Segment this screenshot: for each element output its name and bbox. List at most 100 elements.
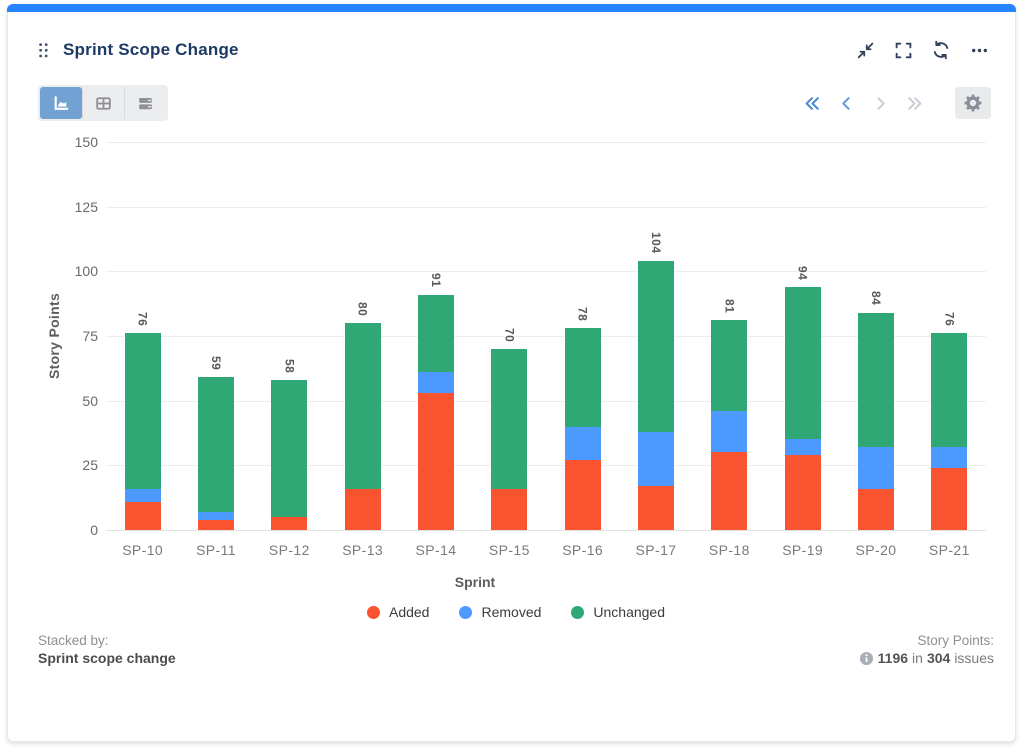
bar-SP-18-unchanged[interactable] <box>711 320 747 411</box>
x-axis-ticks: SP-10SP-11SP-12SP-13SP-14SP-15SP-16SP-17… <box>106 542 986 562</box>
settings-button[interactable] <box>955 87 991 119</box>
legend-dot-removed <box>459 606 472 619</box>
bar-SP-16-removed[interactable] <box>565 427 601 461</box>
bar-SP-18-added[interactable] <box>711 452 747 530</box>
fullscreen-icon <box>894 41 913 60</box>
legend-label-unchanged: Unchanged <box>593 604 665 620</box>
stacked-by-value: Sprint scope change <box>38 649 176 667</box>
collapse-button[interactable] <box>853 38 877 62</box>
more-options-button[interactable] <box>967 38 991 62</box>
first-page-button[interactable] <box>800 91 824 115</box>
bar-total-label-SP-18: 81 <box>722 299 736 313</box>
view-chart-button[interactable] <box>40 87 82 119</box>
view-table-button[interactable] <box>82 87 124 119</box>
gridline-125 <box>106 207 986 208</box>
bar-SP-17-unchanged[interactable] <box>638 261 674 432</box>
legend-dot-added <box>367 606 380 619</box>
bar-SP-11-unchanged[interactable] <box>198 377 234 512</box>
next-page-icon <box>872 95 889 112</box>
view-rows-button[interactable] <box>124 87 166 119</box>
issues-count: 304 <box>927 649 950 667</box>
stat-infix: in <box>912 649 923 667</box>
story-points-label: Story Points: <box>859 632 994 649</box>
bar-SP-18-removed[interactable] <box>711 411 747 452</box>
header-actions <box>853 38 991 62</box>
bar-total-label-SP-17: 104 <box>649 232 663 254</box>
gridline-50 <box>106 401 986 402</box>
rows-icon <box>136 94 155 113</box>
view-switcher <box>38 85 168 121</box>
bar-SP-19-removed[interactable] <box>785 439 821 455</box>
bar-SP-10-removed[interactable] <box>125 489 161 502</box>
bar-SP-17-removed[interactable] <box>638 432 674 486</box>
bar-SP-13-unchanged[interactable] <box>345 323 381 489</box>
gridline-25 <box>106 465 986 466</box>
prev-page-button[interactable] <box>834 91 858 115</box>
more-icon <box>970 41 989 60</box>
bar-SP-16-added[interactable] <box>565 460 601 530</box>
bar-SP-20-added[interactable] <box>858 489 894 530</box>
drag-handle-icon[interactable] <box>38 41 50 59</box>
bar-SP-21-added[interactable] <box>931 468 967 530</box>
widget-title: Sprint Scope Change <box>63 40 239 60</box>
bar-SP-12-added[interactable] <box>271 517 307 530</box>
sprint-scope-change-widget: Sprint Scope Change <box>7 4 1016 742</box>
x-tick-label-SP-15: SP-15 <box>489 542 530 558</box>
widget-toolbar <box>38 85 991 121</box>
bar-SP-20-removed[interactable] <box>858 447 894 488</box>
legend-item-unchanged[interactable]: Unchanged <box>571 604 665 620</box>
y-tick-label-150: 150 <box>8 134 98 150</box>
bar-SP-14-removed[interactable] <box>418 372 454 393</box>
area-chart-icon <box>52 94 71 113</box>
bar-SP-15-added[interactable] <box>491 489 527 530</box>
gridline-75 <box>106 336 986 337</box>
bar-SP-14-unchanged[interactable] <box>418 295 454 373</box>
bar-SP-20-unchanged[interactable] <box>858 313 894 448</box>
bar-total-label-SP-15: 70 <box>502 328 516 342</box>
last-page-button[interactable] <box>902 91 926 115</box>
card-accent-bar <box>7 4 1016 12</box>
x-tick-label-SP-13: SP-13 <box>342 542 383 558</box>
refresh-icon <box>931 40 951 60</box>
bar-SP-14-added[interactable] <box>418 393 454 530</box>
bar-SP-11-removed[interactable] <box>198 512 234 520</box>
y-tick-label-50: 50 <box>8 393 98 409</box>
bar-SP-19-unchanged[interactable] <box>785 287 821 440</box>
y-tick-label-125: 125 <box>8 199 98 215</box>
gridline-100 <box>106 271 986 272</box>
bar-total-label-SP-16: 78 <box>576 307 590 321</box>
bar-SP-15-unchanged[interactable] <box>491 349 527 489</box>
bar-SP-10-unchanged[interactable] <box>125 333 161 488</box>
story-points-stat: 1196 in 304 issues <box>859 649 994 667</box>
x-axis-title: Sprint <box>455 574 495 590</box>
info-icon[interactable] <box>859 651 874 666</box>
bar-SP-21-unchanged[interactable] <box>931 333 967 447</box>
refresh-button[interactable] <box>929 38 953 62</box>
plot-area: 7659588091707810481948476 <box>106 142 986 530</box>
legend-item-removed[interactable]: Removed <box>459 604 541 620</box>
chart-legend: Added Removed Unchanged <box>367 604 665 620</box>
last-page-icon <box>906 95 923 112</box>
gridline-0 <box>106 530 986 531</box>
bar-SP-19-added[interactable] <box>785 455 821 530</box>
x-tick-label-SP-11: SP-11 <box>196 542 236 558</box>
next-page-button[interactable] <box>868 91 892 115</box>
bar-SP-12-unchanged[interactable] <box>271 380 307 517</box>
bar-SP-16-unchanged[interactable] <box>565 328 601 426</box>
bar-SP-10-added[interactable] <box>125 502 161 530</box>
legend-item-added[interactable]: Added <box>367 604 429 620</box>
fullscreen-button[interactable] <box>891 38 915 62</box>
bar-total-label-SP-20: 84 <box>869 291 883 305</box>
bar-SP-17-added[interactable] <box>638 486 674 530</box>
bar-SP-21-removed[interactable] <box>931 447 967 468</box>
bar-total-label-SP-11: 59 <box>209 356 223 370</box>
bar-SP-11-added[interactable] <box>198 520 234 530</box>
first-page-icon <box>804 95 821 112</box>
bar-SP-13-added[interactable] <box>345 489 381 530</box>
x-tick-label-SP-20: SP-20 <box>856 542 897 558</box>
x-tick-label-SP-19: SP-19 <box>782 542 823 558</box>
bar-total-label-SP-19: 94 <box>796 266 810 280</box>
y-tick-label-75: 75 <box>8 328 98 344</box>
stat-suffix: issues <box>954 649 994 667</box>
y-tick-label-25: 25 <box>8 457 98 473</box>
